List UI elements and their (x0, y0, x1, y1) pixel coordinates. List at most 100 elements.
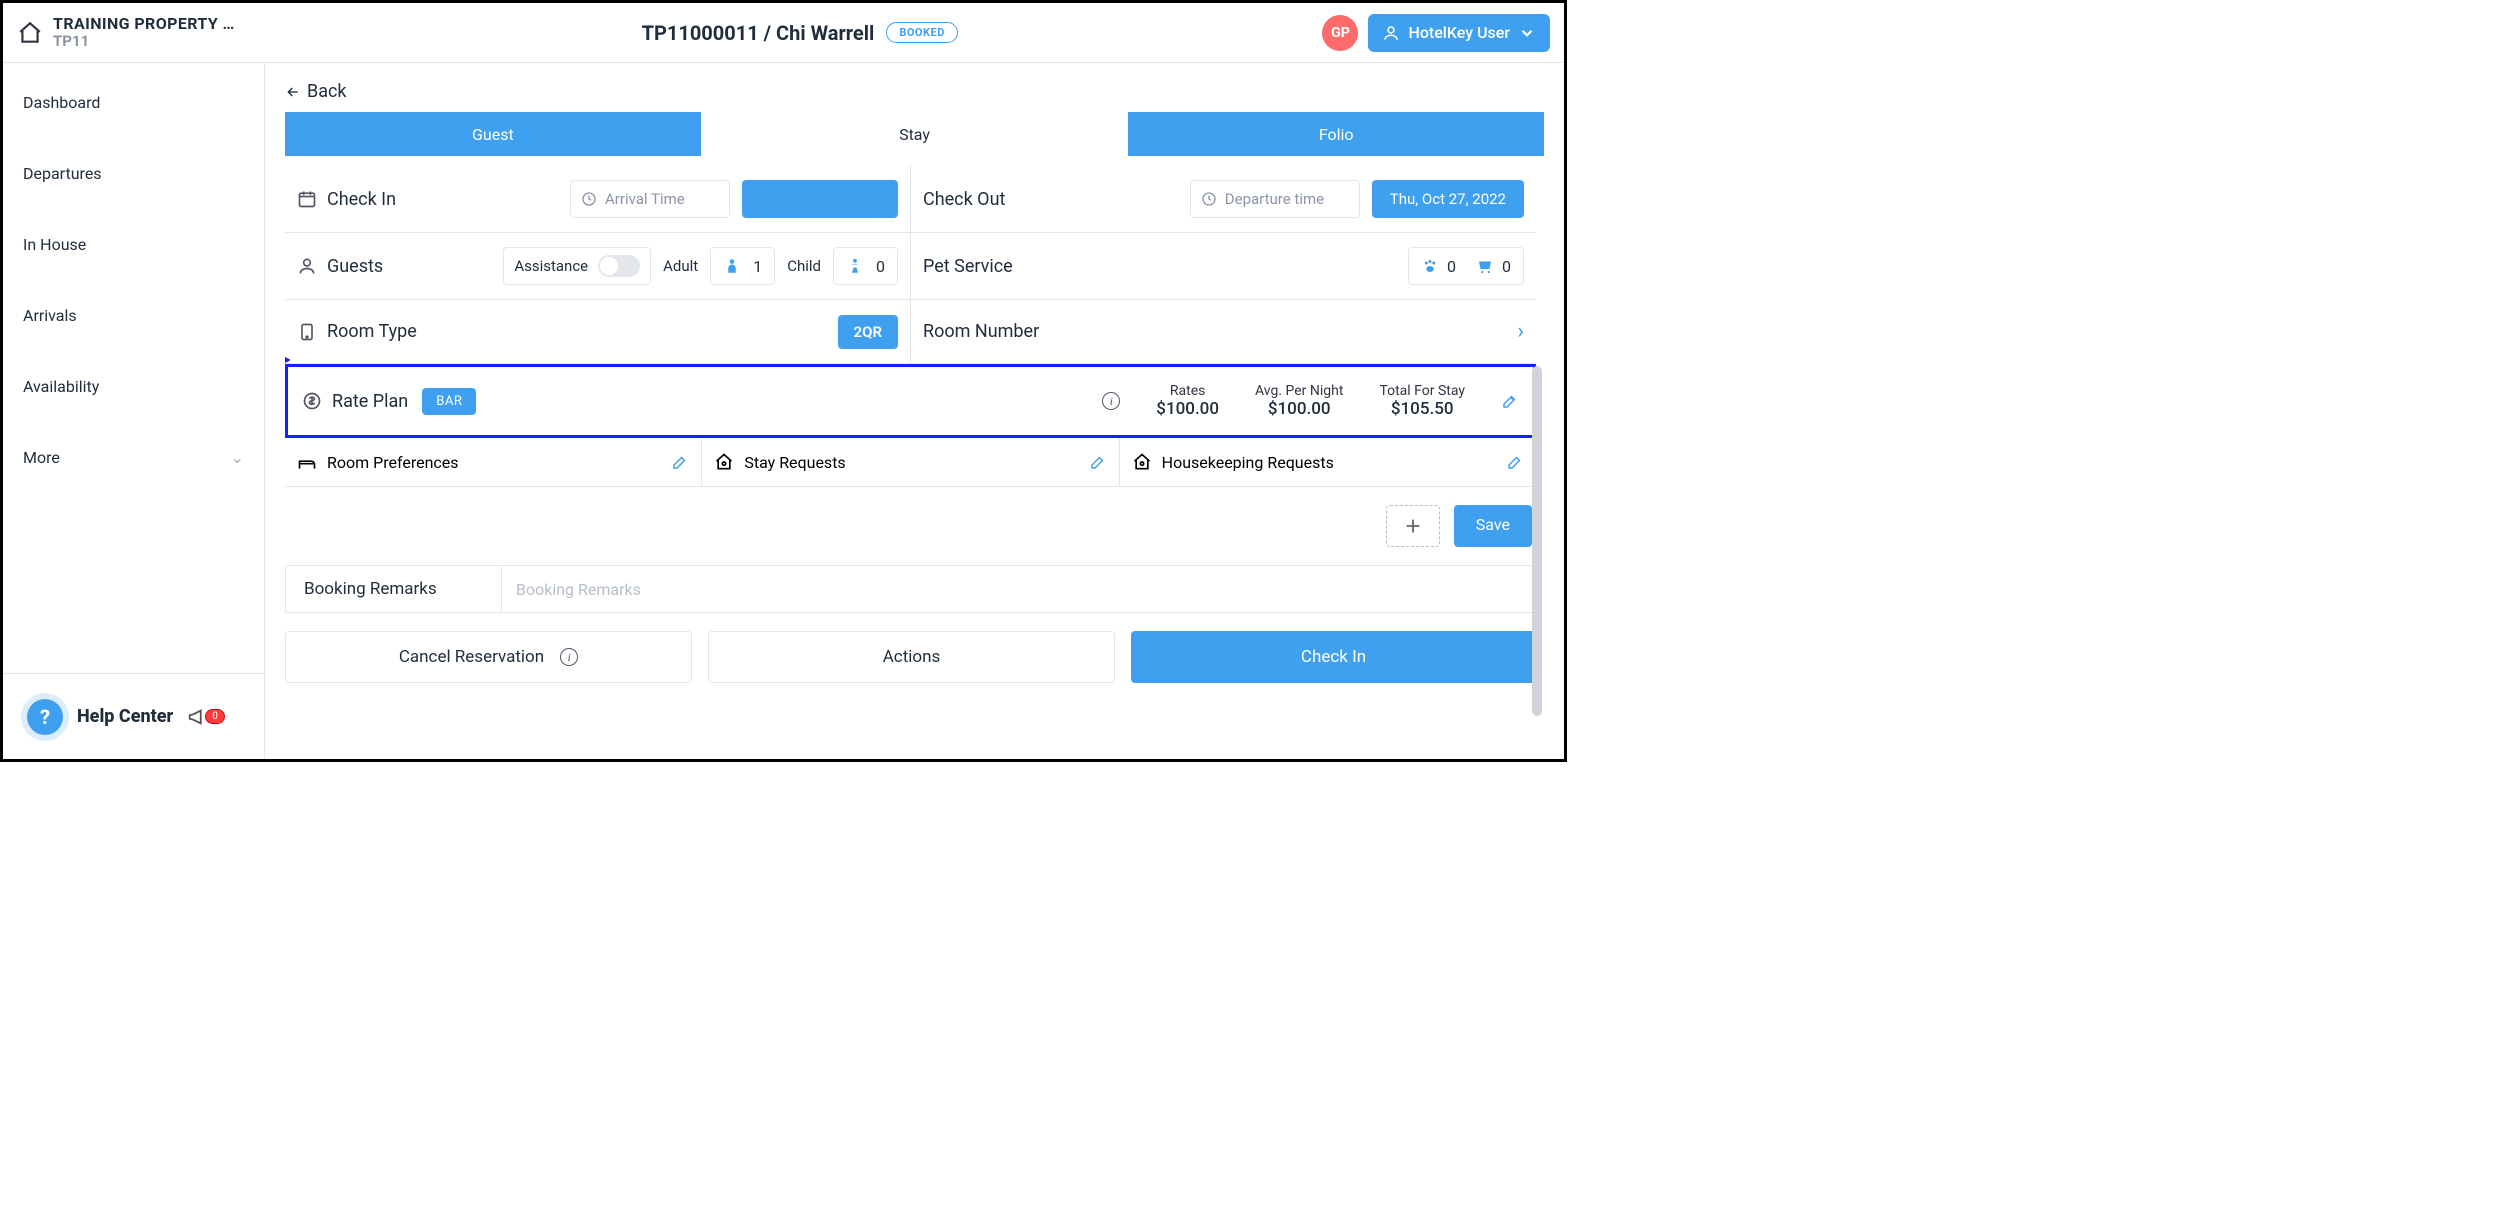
sidebar-item-dashboard[interactable]: Dashboard (3, 81, 264, 124)
toggle-switch[interactable] (598, 255, 640, 277)
rate-plan-row: Rate Plan BAR i Rates $100.00 Avg. Per N… (285, 364, 1536, 438)
guests-label: Guests (297, 256, 383, 277)
scrollbar[interactable] (1532, 366, 1542, 716)
checkin-date-button[interactable] (742, 180, 898, 218)
sidebar-item-label: Availability (23, 377, 99, 396)
chevron-down-icon (1518, 24, 1536, 42)
clock-icon (1201, 191, 1217, 207)
edit-icon[interactable] (1506, 453, 1524, 471)
child-count[interactable]: 0 (833, 247, 898, 285)
help-icon: ? (27, 699, 63, 735)
sidebar: Dashboard Departures In House Arrivals A… (3, 63, 265, 759)
count-value: 0 (1447, 257, 1456, 276)
house-icon (1132, 452, 1152, 472)
notification-badge: 0 (205, 709, 225, 724)
device-icon (297, 322, 317, 342)
avatar[interactable]: GP (1322, 15, 1358, 51)
user-icon (1382, 24, 1400, 42)
button-label: Save (1476, 515, 1510, 534)
checkin-button[interactable]: Check In (1131, 631, 1536, 683)
room-preferences[interactable]: Room Preferences (285, 438, 701, 486)
paw-icon (1421, 257, 1439, 275)
count-value: 0 (876, 257, 885, 276)
toggle-label: Assistance (514, 257, 588, 275)
booking-remarks-row: Booking Remarks (285, 565, 1536, 613)
col-value: $105.50 (1379, 399, 1465, 419)
sidebar-item-more[interactable]: More⌄ (3, 436, 264, 479)
count-value: 1 (753, 257, 762, 276)
field-label: Rate Plan (332, 391, 408, 412)
checkout-date-button[interactable]: Thu, Oct 27, 2022 (1372, 180, 1524, 218)
help-center[interactable]: ? Help Center 0 (3, 673, 264, 759)
sidebar-item-inhouse[interactable]: In House (3, 223, 264, 266)
cart-icon (1476, 257, 1494, 275)
field-label: Room Number (923, 321, 1039, 342)
chevron-right-icon[interactable]: › (1517, 319, 1524, 344)
top-bar: TRAINING PROPERTY … TP11 TP11000011 / Ch… (3, 3, 1564, 63)
room-number-label: Room Number (923, 321, 1039, 342)
announcement-icon[interactable]: 0 (187, 706, 225, 728)
adult-label: Adult (663, 257, 698, 275)
sidebar-item-availability[interactable]: Availability (3, 365, 264, 408)
remarks-input[interactable] (502, 566, 1535, 612)
sidebar-item-arrivals[interactable]: Arrivals (3, 294, 264, 337)
child-label: Child (787, 257, 821, 275)
req-label: Housekeeping Requests (1162, 453, 1334, 472)
edit-icon[interactable] (1501, 392, 1519, 410)
tab-folio[interactable]: Folio (1128, 112, 1544, 156)
arrow-left-icon (285, 84, 301, 100)
remarks-label: Booking Remarks (286, 566, 502, 612)
cancel-reservation-button[interactable]: Cancel Reservation i (285, 631, 692, 683)
assistance-toggle[interactable]: Assistance (503, 247, 651, 285)
adult-icon (723, 257, 741, 275)
property-selector[interactable]: TRAINING PROPERTY … TP11 (17, 15, 277, 49)
rate-plan-chip[interactable]: BAR (422, 388, 476, 415)
rate-plan-label: Rate Plan (302, 391, 408, 412)
placeholder-text: Arrival Time (605, 190, 685, 208)
sidebar-item-label: More (23, 448, 60, 467)
field-label: Room Type (327, 321, 417, 342)
plus-icon (1402, 515, 1424, 537)
col-label: Rates (1156, 383, 1219, 399)
tab-guest[interactable]: Guest (285, 112, 701, 156)
edit-icon[interactable] (1089, 453, 1107, 471)
house-icon (714, 452, 734, 472)
back-label: Back (307, 81, 347, 102)
actions-button[interactable]: Actions (708, 631, 1115, 683)
button-label: Actions (883, 647, 941, 667)
dollar-icon (302, 391, 322, 411)
rates-column: Rates $100.00 (1156, 383, 1219, 419)
req-label: Stay Requests (744, 453, 845, 472)
status-badge: BOOKED (886, 22, 958, 43)
pet-counts[interactable]: 0 0 (1408, 247, 1524, 285)
tab-stay[interactable]: Stay (707, 112, 1123, 156)
sidebar-item-label: In House (23, 235, 86, 254)
info-icon[interactable]: i (1102, 392, 1120, 410)
save-button[interactable]: Save (1454, 505, 1532, 547)
child-icon (846, 257, 864, 275)
housekeeping-requests[interactable]: Housekeeping Requests (1119, 438, 1536, 486)
departure-time-input[interactable]: Departure time (1190, 180, 1360, 218)
col-value: $100.00 (1156, 399, 1219, 419)
field-label: Pet Service (923, 256, 1013, 277)
home-icon (17, 20, 43, 46)
bed-icon (297, 452, 317, 472)
back-button[interactable]: Back (285, 81, 347, 102)
user-menu-button[interactable]: HotelKey User (1368, 14, 1550, 52)
tab-label: Guest (472, 125, 514, 144)
add-button[interactable] (1386, 505, 1440, 547)
main-content: Back Guest Stay Folio Check In (265, 63, 1564, 759)
adult-count[interactable]: 1 (710, 247, 775, 285)
placeholder-text: Departure time (1225, 190, 1324, 208)
date-value: Thu, Oct 27, 2022 (1390, 190, 1506, 208)
pet-service-label: Pet Service (923, 256, 1013, 277)
arrival-time-input[interactable]: Arrival Time (570, 180, 730, 218)
sidebar-item-departures[interactable]: Departures (3, 152, 264, 195)
stay-requests[interactable]: Stay Requests (701, 438, 1118, 486)
edit-icon[interactable] (671, 453, 689, 471)
user-icon (297, 256, 317, 276)
col-label: Avg. Per Night (1255, 383, 1343, 399)
clock-icon (581, 191, 597, 207)
sidebar-item-label: Dashboard (23, 93, 100, 112)
room-type-chip[interactable]: 2QR (838, 315, 898, 349)
